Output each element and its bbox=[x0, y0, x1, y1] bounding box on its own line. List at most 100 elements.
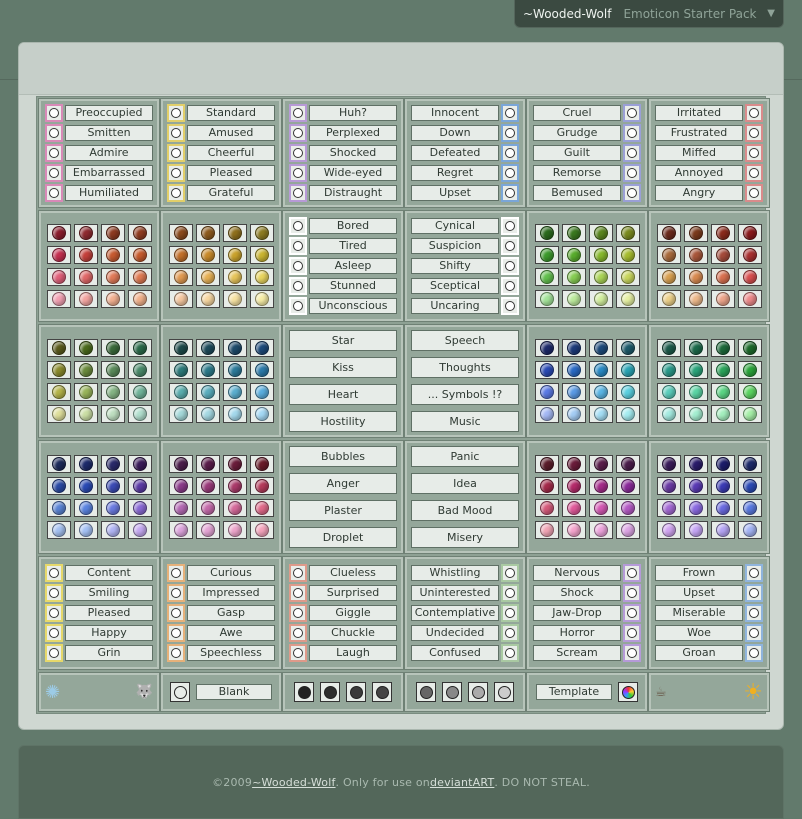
orb-cell bbox=[534, 405, 559, 423]
emoticon-label: Frustrated bbox=[655, 125, 743, 141]
orb-icon bbox=[78, 501, 93, 515]
face-icon bbox=[45, 624, 63, 642]
orb-icon bbox=[132, 501, 147, 515]
label-row: Groan bbox=[655, 644, 763, 662]
face-icon bbox=[289, 124, 307, 142]
label-row: Content bbox=[45, 564, 153, 582]
orb-cell bbox=[100, 224, 125, 242]
orb-icon bbox=[173, 479, 188, 493]
orb-cell bbox=[615, 405, 640, 423]
orb-icon bbox=[132, 523, 147, 537]
emoticon-label: Cheerful bbox=[187, 145, 275, 161]
emoticon-label: Speech bbox=[411, 330, 519, 351]
chevron-down-icon[interactable]: ▼ bbox=[767, 8, 775, 19]
label-row: Bemused bbox=[533, 184, 641, 202]
face-icon bbox=[167, 564, 185, 582]
emoticon-icon bbox=[49, 588, 59, 598]
orb-icon bbox=[742, 385, 757, 399]
orb-icon bbox=[105, 407, 120, 421]
emoticon-icon bbox=[749, 608, 759, 618]
orb-icon bbox=[715, 363, 730, 377]
emoticon-icon bbox=[627, 188, 637, 198]
orb-cell bbox=[656, 246, 681, 264]
orb-cell bbox=[195, 246, 220, 264]
orb-icon bbox=[173, 248, 188, 262]
orb-cell bbox=[249, 455, 274, 473]
emoticon-icon bbox=[505, 648, 515, 658]
emoticon-label: Clueless bbox=[309, 565, 397, 581]
orb-icon bbox=[200, 341, 215, 355]
label-row: Whistling bbox=[411, 564, 519, 582]
orb-icon bbox=[715, 270, 730, 284]
orb-cell bbox=[73, 499, 98, 517]
emoticon-label: Tired bbox=[309, 238, 397, 254]
emoticon-icon bbox=[627, 128, 637, 138]
orb-cell bbox=[100, 339, 125, 357]
orb-icon bbox=[173, 385, 188, 399]
orb-cell bbox=[561, 224, 586, 242]
grey-orb-icon bbox=[471, 685, 485, 699]
orb-icon bbox=[78, 248, 93, 262]
orb-icon bbox=[51, 292, 66, 306]
orb-cell bbox=[683, 361, 708, 379]
orb-icon bbox=[200, 248, 215, 262]
orb-cell bbox=[561, 477, 586, 495]
orb-icon bbox=[715, 292, 730, 306]
emoticon-icon bbox=[505, 628, 515, 638]
orb-icon bbox=[227, 457, 242, 471]
orb-icon bbox=[51, 501, 66, 515]
orb-icon bbox=[742, 457, 757, 471]
orb-icon bbox=[620, 407, 635, 421]
orb-cell bbox=[683, 405, 708, 423]
gallery-tab[interactable]: ~Wooded-Wolf Emoticon Starter Pack ▼ bbox=[514, 0, 784, 28]
face-icon bbox=[745, 584, 763, 602]
face-icon bbox=[623, 564, 641, 582]
label-panel: Frown Upset Miserable Woe Groan bbox=[648, 556, 770, 670]
site-link[interactable]: deviantART bbox=[430, 776, 494, 789]
orb-icon bbox=[661, 385, 676, 399]
face-icon bbox=[45, 604, 63, 622]
orb-icon bbox=[227, 479, 242, 493]
orb-icon bbox=[688, 226, 703, 240]
orb-panel bbox=[648, 324, 770, 438]
emoticon-icon bbox=[749, 628, 759, 638]
emoticon-icon bbox=[293, 281, 303, 291]
grey-orb-icon bbox=[445, 685, 459, 699]
label-panel: Preoccupied Smitten Admire Embarrassed Humil… bbox=[38, 98, 160, 208]
orb-cell bbox=[588, 339, 613, 357]
orb-icon bbox=[661, 457, 676, 471]
orb-cell bbox=[195, 361, 220, 379]
orb-icon bbox=[105, 523, 120, 537]
orb-icon bbox=[715, 248, 730, 262]
orb-cell bbox=[46, 383, 71, 401]
emoticon-label: Sceptical bbox=[411, 278, 499, 294]
emoticon-sheet: Preoccupied Smitten Admire Embarrassed Humil… bbox=[36, 96, 770, 714]
username-link[interactable]: ~Wooded-Wolf bbox=[523, 7, 611, 21]
face-icon bbox=[167, 124, 185, 142]
orb-icon bbox=[254, 363, 269, 377]
orb-cell bbox=[73, 405, 98, 423]
emoticon-label: Happy bbox=[65, 625, 153, 641]
orb-icon bbox=[227, 248, 242, 262]
orb-cell bbox=[737, 477, 762, 495]
orb-cell bbox=[615, 499, 640, 517]
orb-cell bbox=[195, 290, 220, 308]
emoticon-label: Angry bbox=[655, 185, 743, 201]
emoticon-icon bbox=[171, 128, 181, 138]
emoticon-icon bbox=[293, 221, 303, 231]
orb-icon bbox=[593, 501, 608, 515]
label-row: Shifty bbox=[411, 257, 519, 275]
orb-cell bbox=[561, 290, 586, 308]
orb-icon bbox=[173, 341, 188, 355]
face-icon bbox=[623, 144, 641, 162]
emoticon-icon bbox=[171, 148, 181, 158]
emoticon-icon bbox=[505, 588, 515, 598]
orb-cell bbox=[615, 246, 640, 264]
label-panel: Clueless Surprised Giggle Chuckle Laugh bbox=[282, 556, 404, 670]
orb-cell bbox=[588, 383, 613, 401]
orb-icon bbox=[566, 501, 581, 515]
emoticon-icon bbox=[293, 188, 303, 198]
label-panel: Content Smiling Pleased Happy Grin bbox=[38, 556, 160, 670]
author-link[interactable]: ~Wooded-Wolf bbox=[252, 776, 335, 789]
orb-icon bbox=[620, 523, 635, 537]
